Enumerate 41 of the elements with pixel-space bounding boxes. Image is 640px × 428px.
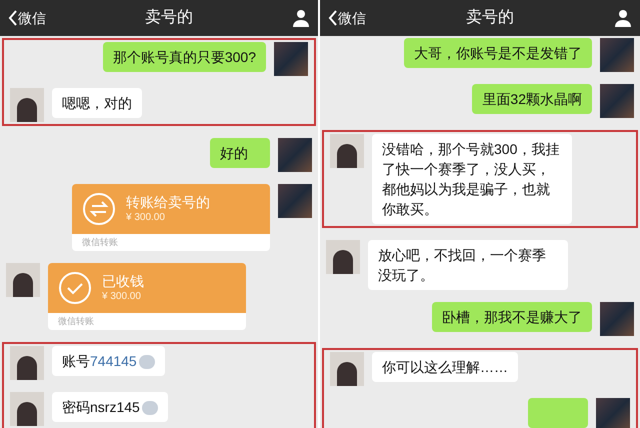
back-chevron-icon bbox=[328, 10, 338, 26]
message-text: 嗯嗯，对的 bbox=[62, 95, 132, 111]
back-button[interactable]: 微信 bbox=[8, 8, 46, 28]
message-bubble bbox=[528, 398, 588, 428]
message-text: 大哥，你账号是不是发错了 bbox=[414, 45, 582, 61]
avatar-photo bbox=[6, 263, 40, 297]
message-text: 卧槽，那我不是赚大了 bbox=[442, 309, 582, 325]
transfer-footer: 微信转账 bbox=[82, 236, 118, 250]
chat-title: 卖号的 bbox=[466, 8, 514, 28]
message-text: 没错哈，那个号就300，我挂了快一个赛季了，没人买，都他妈以为我是骗子，也就你敢买。 bbox=[382, 141, 560, 217]
account-number[interactable]: 744145 bbox=[90, 353, 137, 369]
message-text: 密码nsrz145 bbox=[62, 399, 140, 415]
transfer-title: 转账给卖号的 bbox=[126, 193, 210, 211]
person-icon[interactable] bbox=[614, 9, 632, 27]
avatar-photo bbox=[10, 392, 44, 426]
avatar-photo bbox=[274, 42, 308, 76]
transfer-title: 已收钱 bbox=[102, 272, 144, 290]
back-button[interactable]: 微信 bbox=[328, 8, 366, 28]
avatar-photo bbox=[278, 138, 312, 172]
avatar-photo bbox=[330, 352, 364, 386]
transfer-footer: 微信转账 bbox=[58, 314, 94, 328]
avatar-photo bbox=[330, 134, 364, 168]
avatar-photo bbox=[596, 398, 630, 428]
message-text: 放心吧，不找回，一个赛季没玩了。 bbox=[378, 247, 546, 283]
avatar-photo bbox=[600, 302, 634, 336]
chat-title: 卖号的 bbox=[145, 8, 193, 28]
avatar-photo bbox=[10, 346, 44, 380]
avatar-photo bbox=[326, 240, 360, 274]
message-text: 账号 bbox=[62, 353, 90, 369]
message-text: 里面32颗水晶啊 bbox=[482, 91, 582, 107]
message-text: 好的 bbox=[220, 145, 248, 161]
avatar-photo bbox=[10, 88, 44, 122]
message-text: 那个账号真的只要300? bbox=[112, 49, 256, 65]
avatar-photo bbox=[278, 184, 312, 218]
message-text: 你可以这么理解…… bbox=[382, 359, 508, 375]
person-icon[interactable] bbox=[292, 9, 310, 27]
avatar-photo bbox=[600, 38, 634, 72]
back-chevron-icon bbox=[8, 10, 18, 26]
transfer-amount: ¥ 300.00 bbox=[126, 211, 166, 225]
transfer-amount: ¥ 300.00 bbox=[102, 290, 142, 304]
avatar-photo bbox=[600, 84, 634, 118]
